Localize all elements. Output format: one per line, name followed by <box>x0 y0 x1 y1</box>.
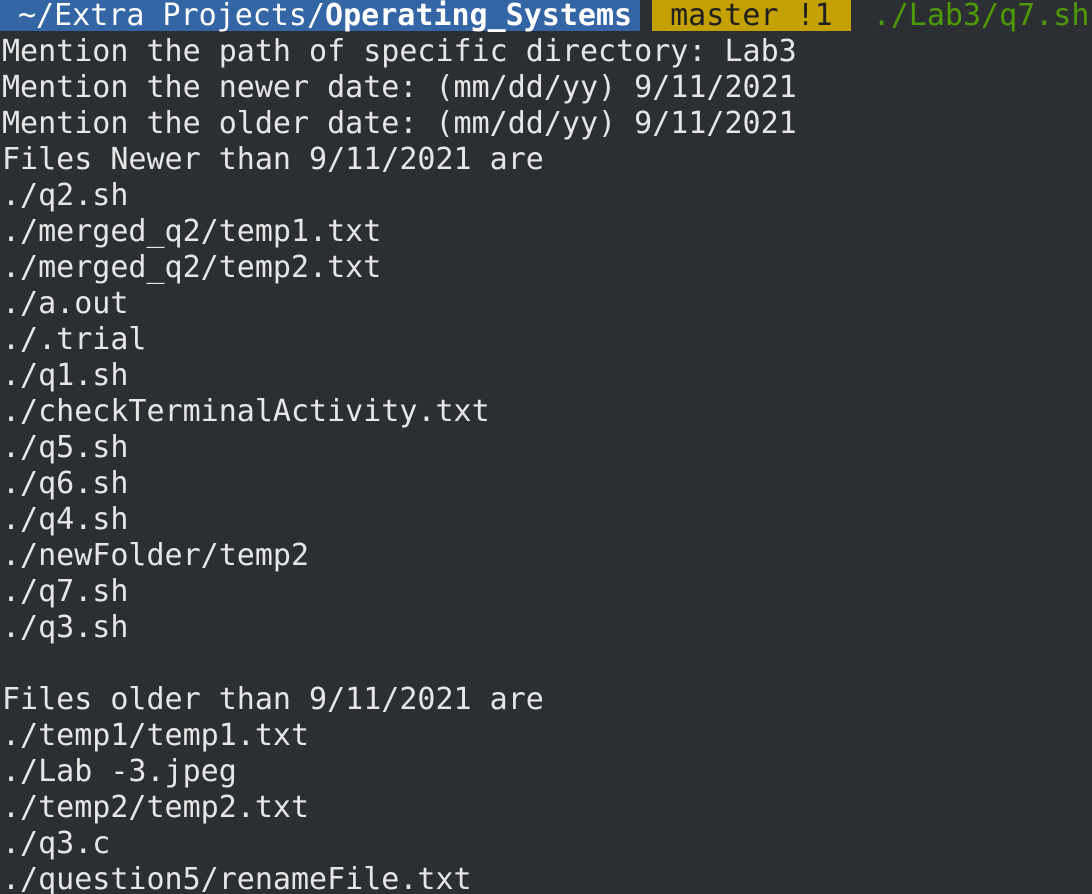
output-line: Files older than 9/11/2021 are <box>2 682 544 717</box>
output-line: ./newFolder/temp2 <box>2 538 310 573</box>
prompt-path-current-dir: Operating_Systems <box>325 0 633 33</box>
output-line: ./q6.sh <box>2 466 129 501</box>
terminal-window[interactable]: ~/Extra Projects/Operating_Systems maste… <box>0 0 1092 894</box>
prompt-path-segment: ~/Extra Projects/Operating_Systems <box>0 0 641 33</box>
output-line: ./merged_q2/temp1.txt <box>2 214 382 249</box>
output-line: ./checkTerminalActivity.txt <box>2 394 490 429</box>
output-line: ./q4.sh <box>2 502 129 537</box>
output-line: ./q3.sh <box>2 610 129 645</box>
output-line: ./question5/renameFile.txt <box>2 862 472 894</box>
output-line: Mention the path of specific directory: … <box>2 34 797 69</box>
output-line: ./q2.sh <box>2 178 129 213</box>
output-line: ./q5.sh <box>2 430 129 465</box>
output-line: ./q7.sh <box>2 574 129 609</box>
output-line: Files Newer than 9/11/2021 are <box>2 142 544 177</box>
output-line: ./a.out <box>2 286 129 321</box>
prompt-git-branch-segment: master !1 <box>652 0 851 31</box>
output-line: ./temp2/temp2.txt <box>2 790 310 825</box>
prompt-command: ./Lab3/q7.sh <box>872 0 1090 33</box>
output-line: ./temp1/temp1.txt <box>2 718 310 753</box>
output-line: ./merged_q2/temp2.txt <box>2 250 382 285</box>
output-line: ./q1.sh <box>2 358 129 393</box>
shell-prompt: ~/Extra Projects/Operating_Systems maste… <box>0 0 1092 31</box>
output-line: ./.trial <box>2 322 147 357</box>
prompt-path-prefix: ~/Extra Projects/ <box>18 0 326 33</box>
output-line: Mention the newer date: (mm/dd/yy) 9/11/… <box>2 70 797 105</box>
terminal-output: Mention the path of specific directory: … <box>0 31 1092 894</box>
output-line: ./q3.c <box>2 826 111 861</box>
output-line: Mention the older date: (mm/dd/yy) 9/11/… <box>2 106 797 141</box>
output-line: ./Lab -3.jpeg <box>2 754 237 789</box>
